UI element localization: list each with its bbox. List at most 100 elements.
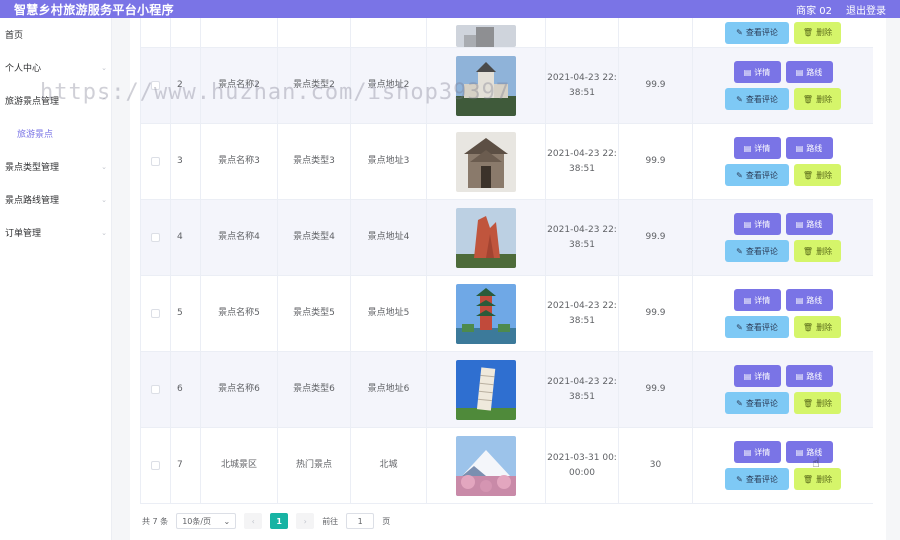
chevron-left-icon: ‹ <box>251 516 255 526</box>
attraction-type: 景点类型5 <box>278 276 351 351</box>
attraction-address: 景点地址6 <box>351 352 427 427</box>
route-button[interactable]: ▤ 路线 <box>785 365 833 387</box>
view-reviews-button[interactable]: ✎ 查看评论 <box>725 21 789 44</box>
row-index: 2 <box>171 48 201 123</box>
sidebar-item-home[interactable]: 首页 <box>0 18 111 51</box>
document-icon: ▤ <box>795 143 804 153</box>
created-time-date: 2021-04-23 22: <box>547 225 617 236</box>
table-row: 4 景点名称4 景点类型4 景点地址4 2021-04-23 22: 38:51 … <box>141 200 873 276</box>
table-row: 2 景点名称2 景点类型2 景点地址2 2021-04-23 22: 38:51 … <box>141 48 873 124</box>
edit-icon: ✎ <box>736 170 743 180</box>
delete-button[interactable]: 🗑 删除 <box>794 468 841 490</box>
attraction-type: 景点类型6 <box>278 352 351 427</box>
route-button[interactable]: ▤ 路线 <box>785 61 833 83</box>
view-reviews-button[interactable]: ✎ 查看评论 <box>725 468 789 490</box>
attraction-price: 99.9 <box>619 124 693 199</box>
row-index: 7 <box>171 428 201 503</box>
attraction-thumbnail <box>456 131 516 192</box>
row-checkbox[interactable] <box>151 309 160 318</box>
attraction-type: 热门景点 <box>278 428 351 503</box>
detail-button[interactable]: ▤ 详情 <box>733 289 781 311</box>
document-icon: ▤ <box>795 295 804 305</box>
pagination: 共 7 条 10条/页 ⌄ ‹ 1 › 前往 1 页 <box>142 513 390 529</box>
table-row: 6 景点名称6 景点类型6 景点地址6 2021-04-23 22: 38:51 … <box>141 352 873 428</box>
view-reviews-button[interactable]: ✎ 查看评论 <box>725 392 789 414</box>
document-icon: ▤ <box>795 219 804 229</box>
document-icon: ▤ <box>743 219 752 229</box>
edit-icon: ✎ <box>736 94 743 104</box>
document-icon: ▤ <box>743 447 752 457</box>
detail-button[interactable]: ▤ 详情 <box>733 365 781 387</box>
attraction-price: 30 <box>619 428 693 503</box>
sidebar-item-route-mgmt[interactable]: 景点路线管理 ⌄ <box>0 183 111 216</box>
detail-button[interactable]: ▤ 详情 <box>733 137 781 159</box>
route-button[interactable]: ▤ 路线 <box>785 213 833 235</box>
page-number-current[interactable]: 1 <box>270 513 289 529</box>
row-checkbox[interactable] <box>151 81 160 90</box>
delete-button[interactable]: 🗑 删除 <box>794 88 841 110</box>
edit-icon: ✎ <box>736 246 743 256</box>
table-row: 5 景点名称5 景点类型5 景点地址5 2021-04-23 22: 38:51 … <box>141 276 873 352</box>
attraction-name: 景点名称4 <box>201 200 278 275</box>
prev-page-button[interactable]: ‹ <box>244 513 263 529</box>
row-index: 5 <box>171 276 201 351</box>
route-button[interactable]: ▤ 路线 <box>785 289 833 311</box>
row-index: 4 <box>171 200 201 275</box>
trash-icon: 🗑 <box>802 170 814 180</box>
created-time-clock: 38:51 <box>569 391 595 402</box>
sidebar-item-label: 景点类型管理 <box>5 163 60 173</box>
sidebar-item-attractions[interactable]: 旅游景点 <box>0 117 111 150</box>
delete-button[interactable]: 🗑 删除 <box>794 392 841 414</box>
delete-button[interactable]: 🗑 删除 <box>794 164 841 186</box>
trash-icon: 🗑 <box>802 246 814 256</box>
chevron-down-icon: ⌄ <box>101 195 107 204</box>
table-row-partial: ✎ 查看评论 🗑 删除 <box>141 18 873 48</box>
detail-button[interactable]: ▤ 详情 <box>733 61 781 83</box>
created-time-date: 2021-03-31 00: <box>547 453 617 464</box>
view-reviews-button[interactable]: ✎ 查看评论 <box>725 316 789 338</box>
route-button[interactable]: ▤ 路线 <box>785 137 833 159</box>
created-time-date: 2021-04-23 22: <box>547 149 617 160</box>
row-checkbox[interactable] <box>151 233 160 242</box>
attraction-address: 景点地址3 <box>351 124 427 199</box>
row-checkbox[interactable] <box>151 461 160 470</box>
detail-button[interactable]: ▤ 详情 <box>733 213 781 235</box>
page-size-select[interactable]: 10条/页 ⌄ <box>176 513 237 529</box>
trash-icon: 🗑 <box>802 398 814 408</box>
document-icon: ▤ <box>743 67 752 77</box>
attraction-price: 99.9 <box>619 48 693 123</box>
logout-link[interactable]: 退出登录 <box>846 2 886 17</box>
sidebar-item-attraction-mgmt[interactable]: 旅游景点管理 ⌃ <box>0 84 111 117</box>
view-reviews-button[interactable]: ✎ 查看评论 <box>725 164 789 186</box>
route-button[interactable]: ▤ 路线 <box>785 441 833 463</box>
row-checkbox[interactable] <box>151 157 160 166</box>
row-checkbox[interactable] <box>151 385 160 394</box>
next-page-button[interactable]: › <box>296 513 315 529</box>
table-row: 7 北城景区 热门景点 北城 2021-03-31 00: 00:00 30 ▤ 详… <box>141 428 873 504</box>
document-icon: ▤ <box>743 295 752 305</box>
trash-icon: 🗑 <box>802 94 814 104</box>
trash-icon: 🗑 <box>802 322 814 332</box>
sidebar-item-type-mgmt[interactable]: 景点类型管理 ⌄ <box>0 150 111 183</box>
chevron-up-icon: ⌃ <box>101 96 107 105</box>
trash-icon: 🗑 <box>802 28 814 37</box>
current-user[interactable]: 商家 02 <box>796 2 832 17</box>
sidebar-item-order-mgmt[interactable]: 订单管理 ⌄ <box>0 216 111 249</box>
view-reviews-button[interactable]: ✎ 查看评论 <box>725 240 789 262</box>
goto-page-input[interactable]: 1 <box>346 513 375 529</box>
sidebar-item-label: 旅游景点管理 <box>5 97 60 107</box>
app-title: 智慧乡村旅游服务平台小程序 <box>14 2 174 17</box>
sidebar-item-profile[interactable]: 个人中心 ⌄ <box>0 51 111 84</box>
created-time-date: 2021-04-23 22: <box>547 301 617 312</box>
document-icon: ▤ <box>795 371 804 381</box>
trash-icon: 🗑 <box>802 474 814 484</box>
view-reviews-button[interactable]: ✎ 查看评论 <box>725 88 789 110</box>
chevron-right-icon: › <box>303 516 307 526</box>
delete-button[interactable]: 🗑 删除 <box>794 316 841 338</box>
attraction-address: 景点地址4 <box>351 200 427 275</box>
delete-button[interactable]: 🗑 删除 <box>794 21 841 44</box>
chevron-down-icon: ⌄ <box>101 228 107 237</box>
attractions-table: ✎ 查看评论 🗑 删除 2 景点名称2 景点类型2 景点地址2 2021-04-23… <box>140 18 873 504</box>
delete-button[interactable]: 🗑 删除 <box>794 240 841 262</box>
detail-button[interactable]: ▤ 详情 <box>733 441 781 463</box>
